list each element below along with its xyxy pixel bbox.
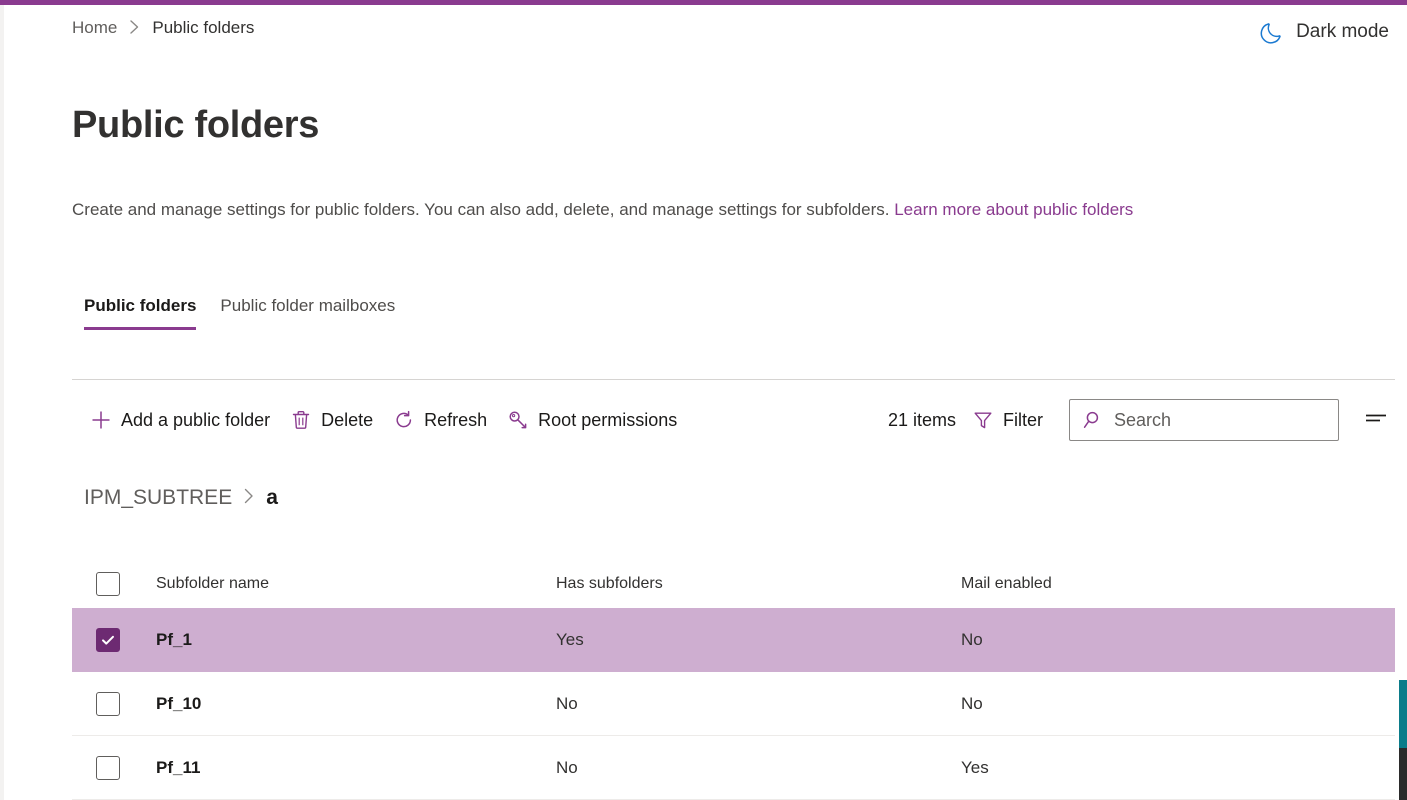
scrollbar-thumb[interactable] — [1399, 680, 1407, 748]
row-checkbox[interactable] — [96, 755, 120, 780]
row-checkbox[interactable] — [96, 691, 120, 716]
row-select-cell — [96, 755, 156, 780]
breadcrumb-current: Public folders — [152, 18, 255, 37]
dark-mode-label: Dark mode — [1296, 21, 1389, 42]
tab-public-folders[interactable]: Public folders — [72, 296, 208, 330]
page-description-text: Create and manage settings for public fo… — [72, 200, 890, 219]
page-scrollbar[interactable] — [1399, 5, 1407, 800]
funnel-icon — [972, 409, 994, 431]
filter-label: Filter — [1003, 409, 1043, 430]
folder-path-breadcrumb: IPM_SUBTREE a — [84, 486, 278, 510]
cell-mail-enabled: No — [961, 629, 983, 649]
breadcrumb: Home Public folders — [72, 18, 254, 38]
plus-icon — [90, 409, 112, 431]
scrollbar-track-lower[interactable] — [1399, 748, 1407, 800]
moon-icon — [1260, 20, 1284, 44]
subfolders-table: Subfolder name Has subfolders Mail enabl… — [72, 560, 1395, 800]
list-options-icon — [1363, 407, 1389, 434]
refresh-icon — [393, 409, 415, 431]
row-checkbox[interactable] — [96, 627, 120, 652]
page-title: Public folders — [72, 104, 320, 146]
chevron-right-icon — [129, 19, 140, 38]
cell-mail-enabled: No — [961, 693, 983, 713]
cell-subfolder-name[interactable]: Pf_10 — [156, 694, 556, 714]
page-description: Create and manage settings for public fo… — [72, 198, 1133, 222]
list-options-button[interactable] — [1357, 401, 1395, 440]
folder-path-current: a — [266, 486, 278, 509]
learn-more-link[interactable]: Learn more about public folders — [894, 200, 1133, 219]
column-header-mail-enabled[interactable]: Mail enabled — [961, 575, 1291, 593]
refresh-label: Refresh — [424, 409, 488, 430]
select-all-checkbox[interactable] — [96, 572, 120, 596]
cell-has-subfolders: No — [556, 693, 578, 713]
cell-subfolder-name[interactable]: Pf_11 — [156, 758, 556, 778]
root-permissions-button[interactable]: Root permissions — [497, 403, 687, 437]
refresh-button[interactable]: Refresh — [383, 403, 497, 437]
key-icon — [507, 409, 529, 431]
tab-list: Public folders Public folder mailboxes — [72, 282, 407, 330]
table-row[interactable]: Pf_11 No Yes — [72, 736, 1395, 800]
column-header-has-subfolders[interactable]: Has subfolders — [556, 575, 961, 593]
row-select-cell — [96, 627, 156, 652]
cell-mail-enabled: Yes — [961, 757, 989, 777]
breadcrumb-home-link[interactable]: Home — [72, 18, 117, 38]
trash-icon — [290, 409, 312, 431]
delete-label: Delete — [321, 409, 374, 430]
column-header-subfolder-name[interactable]: Subfolder name — [156, 575, 556, 593]
delete-button[interactable]: Delete — [280, 403, 383, 437]
table-row[interactable]: Pf_10 No No — [72, 672, 1395, 736]
items-count: 21 items — [887, 409, 956, 430]
add-public-folder-label: Add a public folder — [121, 409, 271, 430]
public-folders-page: Home Public folders Dark mode Public fol… — [0, 0, 1407, 800]
cell-has-subfolders: No — [556, 757, 578, 777]
folder-path-root[interactable]: IPM_SUBTREE — [84, 486, 232, 510]
left-edge-rail — [0, 5, 4, 800]
tab-public-folder-mailboxes[interactable]: Public folder mailboxes — [208, 296, 407, 330]
top-accent-bar — [0, 0, 1407, 5]
chevron-right-icon — [243, 487, 255, 510]
toolbar-divider — [72, 379, 1395, 380]
select-all-cell — [96, 572, 156, 596]
search-icon — [1082, 409, 1104, 431]
cell-has-subfolders: Yes — [556, 629, 584, 649]
table-row[interactable]: Pf_1 Yes No — [72, 608, 1395, 672]
search-input[interactable] — [1114, 409, 1326, 431]
dark-mode-toggle[interactable]: Dark mode — [1260, 20, 1389, 44]
cell-subfolder-name[interactable]: Pf_1 — [156, 630, 556, 650]
row-select-cell — [96, 691, 156, 716]
command-toolbar: Add a public folder Delete Refresh Root … — [80, 396, 1395, 444]
search-box[interactable] — [1069, 399, 1339, 441]
root-permissions-label: Root permissions — [538, 409, 678, 430]
filter-button[interactable]: Filter — [962, 403, 1053, 437]
add-public-folder-button[interactable]: Add a public folder — [80, 403, 280, 437]
table-header-row: Subfolder name Has subfolders Mail enabl… — [72, 560, 1395, 608]
